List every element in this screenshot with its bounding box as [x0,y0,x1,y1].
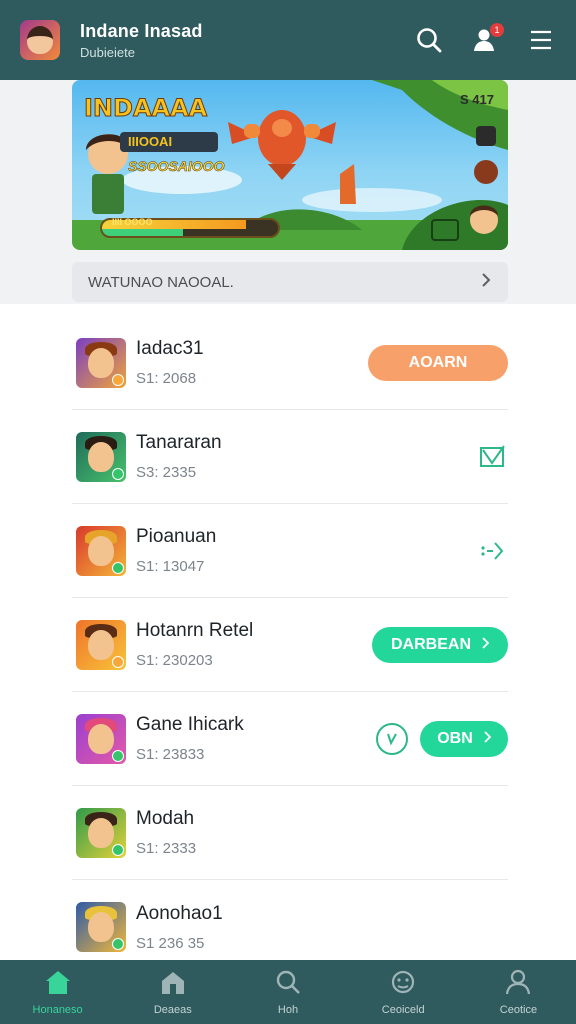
game-thumbnail-icon [76,337,126,388]
button-label: DARBEAN [391,635,471,653]
friends-icon[interactable]: 1 [470,23,504,55]
chevron-right-icon [480,272,492,292]
game-meta: S1: 230203 [136,652,213,669]
hud-secondary-fill [102,229,183,236]
section-link-label: WATUNAO NAOOAL. [88,273,234,291]
game-title: Pioanuan [136,526,217,547]
game-action-button[interactable]: AOARN [368,344,508,381]
nav-item-store[interactable]: Deaeas [115,960,230,1024]
game-thumbnail-icon [76,807,126,858]
header-titles: Indane Inasad Dubieiete [80,21,203,60]
game-meta: S3: 2335 [136,464,197,481]
list-item[interactable]: Iadac31 S1: 2068 AOARN [72,316,508,410]
nav-label: Ceotice [499,1003,538,1016]
banner-stats: S 417 [460,92,494,107]
gamepad-face-icon [389,969,417,1000]
featured-banner[interactable]: INDAAAA IIIOOAI SSOOSAIOOO S 417 IIII OO… [72,80,508,250]
app-subtitle: Dubieiete [80,44,135,60]
menu-icon[interactable] [526,25,556,55]
game-title: Hotanrn Retel [136,620,254,641]
check-square-icon[interactable] [476,441,508,473]
nav-item-search[interactable]: Hoh [230,960,345,1024]
header-actions: 1 [414,23,556,55]
store-icon [159,969,187,1000]
nav-item-profile[interactable]: Ceotice [461,960,576,1024]
nav-item-home[interactable]: Honaneso [0,960,115,1024]
nav-label: Ceoiceld [381,1003,425,1016]
game-thumbnail-icon [76,902,126,952]
game-title: Gane Ihicark [136,714,244,735]
chevron-right-icon [483,730,492,748]
bottom-nav: Honaneso Deaeas Hoh Ceoiceld Ceotice [0,960,576,1024]
circle-check-icon[interactable] [376,722,408,755]
game-title: Iadac31 [136,338,204,359]
game-action-button[interactable]: DARBEAN [372,626,508,663]
search-icon [274,969,302,1000]
list-item[interactable]: Pioanuan S1: 13047 [72,504,508,598]
nav-label: Hoh [277,1003,299,1016]
home-icon [44,969,72,1000]
arrow-dots-icon[interactable] [476,535,508,567]
game-action-button[interactable]: OBN [420,720,508,757]
list-item[interactable]: Modah S1: 2333 [72,786,508,880]
list-item[interactable]: Tanararan S3: 2335 [72,410,508,504]
chevron-right-icon [481,636,490,654]
banner-tag: IIIOOAI [120,132,218,152]
app-header: Indane Inasad Dubieiete 1 [0,0,576,80]
list-item[interactable]: Hotanrn Retel S1: 230203 DARBEAN [72,598,508,692]
profile-icon [504,969,532,1000]
game-meta: S1 236 35 [136,934,205,952]
game-list: Iadac31 S1: 2068 AOARN Tanararan S3: 233… [72,316,508,974]
game-thumbnail-icon [76,713,126,764]
hud-label: IIII OOOO [112,217,153,227]
nav-item-games[interactable]: Ceoiceld [346,960,461,1024]
app-title: Indane Inasad [80,20,203,41]
nav-label: Honaneso [32,1003,83,1016]
game-title: Modah [136,808,195,829]
game-thumbnail-icon [76,619,126,670]
game-meta: S1: 23833 [136,746,205,763]
user-avatar[interactable] [20,20,60,60]
game-meta: S1: 13047 [136,558,205,575]
search-icon[interactable] [414,25,444,55]
nav-label: Deaeas [153,1003,192,1016]
game-meta: S1: 2068 [136,370,197,387]
game-title: Tanararan [136,432,222,453]
notification-badge: 1 [490,23,504,37]
section-link-row[interactable]: WATUNAO NAOOAL. [72,262,508,302]
list-item[interactable]: Gane Ihicark S1: 23833 OBN [72,692,508,786]
game-thumbnail-icon [76,431,126,482]
game-meta: S1: 2333 [136,840,197,857]
button-label: OBN [437,729,473,747]
game-thumbnail-icon [76,525,126,576]
featured-area: INDAAAA IIIOOAI SSOOSAIOOO S 417 IIII OO… [0,80,576,304]
game-title: Aonohao1 [136,902,223,924]
banner-subtitle: SSOOSAIOOO [128,158,225,175]
banner-title: INDAAAA [83,94,208,123]
